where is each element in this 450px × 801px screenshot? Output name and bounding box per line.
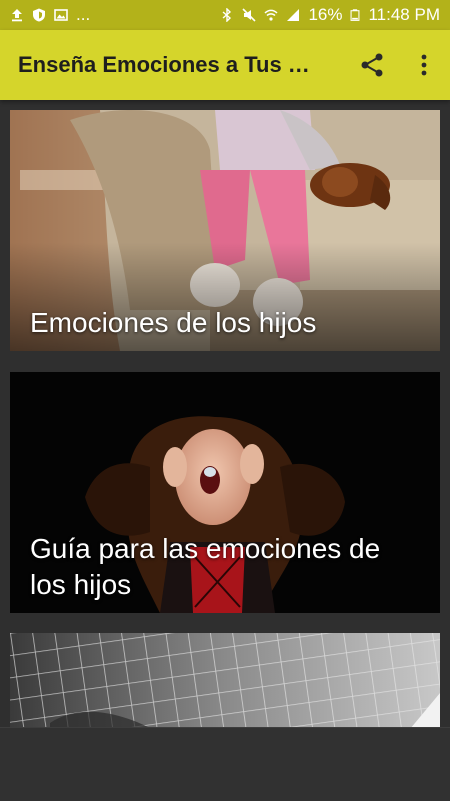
more-vert-icon bbox=[421, 54, 427, 76]
more-options-button[interactable] bbox=[398, 39, 450, 91]
card-image-goal-net bbox=[10, 633, 440, 727]
content-feed[interactable]: Emociones de los hijos Guía para las emo… bbox=[0, 100, 450, 727]
status-right-icons: 16% 11:48 PM bbox=[220, 5, 440, 25]
signal-icon bbox=[287, 9, 300, 21]
status-time: 11:48 PM bbox=[368, 5, 440, 24]
status-overflow-dots: ... bbox=[76, 5, 91, 24]
bluetooth-icon bbox=[222, 8, 232, 22]
card-title: Guía para las emociones de los hijos bbox=[30, 533, 381, 600]
share-icon bbox=[361, 53, 383, 77]
mute-icon bbox=[242, 8, 257, 22]
status-bar: ... 16% 11:48 PM bbox=[0, 0, 450, 30]
shield-icon bbox=[33, 8, 45, 22]
image-icon bbox=[54, 9, 68, 21]
upload-icon bbox=[12, 9, 22, 22]
app-actions bbox=[346, 39, 450, 91]
card-emotions-guide[interactable]: Guía para las emociones de los hijos bbox=[10, 372, 440, 613]
battery-icon bbox=[351, 9, 360, 21]
share-button[interactable] bbox=[346, 39, 398, 91]
app-title: Enseña Emociones a Tus Hijos bbox=[18, 52, 318, 77]
card-title: Emociones de los hijos bbox=[30, 307, 317, 338]
card-emotions-children[interactable]: Emociones de los hijos bbox=[10, 110, 440, 351]
card-goal-net[interactable] bbox=[10, 633, 440, 727]
wifi-icon bbox=[264, 9, 278, 21]
bottom-bar bbox=[0, 727, 450, 801]
battery-percent: 16% bbox=[308, 5, 343, 24]
app-bar: Enseña Emociones a Tus Hijos bbox=[0, 30, 450, 100]
status-left-icons: ... bbox=[10, 5, 90, 25]
